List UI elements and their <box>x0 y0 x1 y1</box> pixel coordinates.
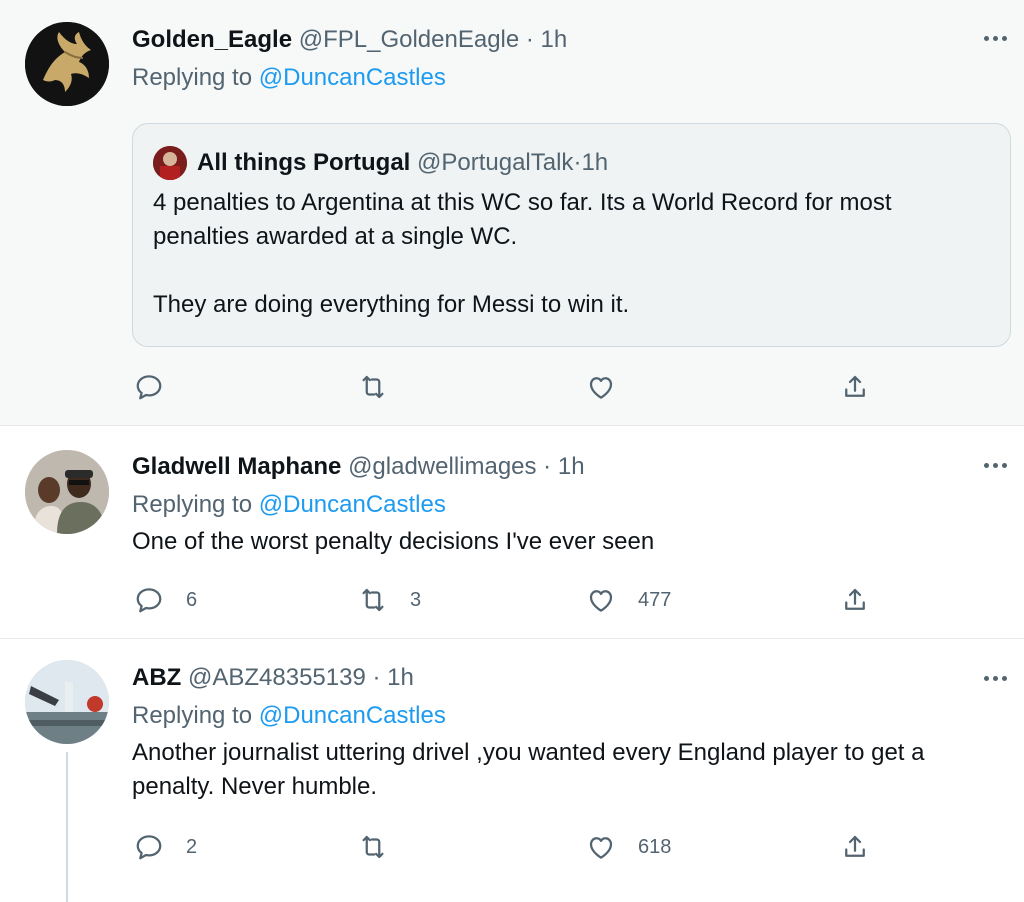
reply-button[interactable]: 6 <box>134 585 197 615</box>
quoted-timestamp: 1h <box>581 149 609 176</box>
avatar[interactable] <box>25 22 109 106</box>
mention-link[interactable]: @DuncanCastles <box>259 491 446 518</box>
share-icon <box>845 588 865 610</box>
replying-prefix: Replying to <box>132 64 259 91</box>
like-count: 618 <box>638 835 672 858</box>
retweet-count: 3 <box>410 588 422 611</box>
tweet[interactable]: Golden_Eagle @FPL_GoldenEagle · 1h Reply… <box>0 0 1024 426</box>
timestamp[interactable]: 1h <box>541 26 568 53</box>
quoted-tweet-text: 4 penalties to Argentina at this WC so f… <box>153 186 990 322</box>
quoted-tweet-header: All things Portugal @PortugalTalk · 1h <box>153 146 608 180</box>
quoted-text-paragraph: 4 penalties to Argentina at this WC so f… <box>153 189 892 250</box>
retweet-button[interactable] <box>358 832 410 862</box>
display-name[interactable]: Gladwell Maphane <box>132 453 341 480</box>
replying-prefix: Replying to <box>132 491 259 518</box>
share-icon <box>845 375 865 397</box>
heart-icon <box>589 377 613 399</box>
retweet-icon <box>362 375 384 399</box>
user-handle[interactable]: @gladwellimages <box>348 453 536 480</box>
quoted-avatar <box>153 146 187 180</box>
tweet-body: ABZ @ABZ48355139 · 1h Replying to @Dunca… <box>132 662 994 804</box>
like-button[interactable] <box>586 372 638 402</box>
separator: · <box>573 149 582 176</box>
tweet-actions: 6 3 477 <box>132 585 872 615</box>
more-options-icon[interactable] <box>980 668 1010 688</box>
separator: · <box>365 664 388 691</box>
share-button[interactable] <box>840 372 870 402</box>
like-button[interactable]: 618 <box>586 832 671 862</box>
tweet[interactable]: ABZ @ABZ48355139 · 1h Replying to @Dunca… <box>0 640 1024 902</box>
user-photo-icon <box>25 450 109 534</box>
quoted-display-name: All things Portugal <box>197 149 411 176</box>
separator: · <box>536 453 558 480</box>
reply-icon <box>136 835 162 860</box>
eagle-logo-icon <box>25 22 109 106</box>
share-button[interactable] <box>840 585 870 615</box>
mention-link[interactable]: @DuncanCastles <box>259 64 446 91</box>
tweet-actions: 2 618 <box>132 832 872 862</box>
replying-to: Replying to @DuncanCastles <box>132 489 994 521</box>
tweet-text: One of the worst penalty decisions I've … <box>132 528 655 555</box>
quoted-tweet[interactable]: All things Portugal @PortugalTalk · 1h 4… <box>132 123 1011 347</box>
replying-prefix: Replying to <box>132 702 259 729</box>
avatar[interactable] <box>25 660 109 744</box>
like-button[interactable]: 477 <box>586 585 671 615</box>
retweet-icon <box>362 588 384 612</box>
reply-button[interactable]: 2 <box>134 832 197 862</box>
retweet-icon <box>362 835 384 859</box>
quoted-text-paragraph: They are doing everything for Messi to w… <box>153 291 630 318</box>
separator: · <box>519 26 541 53</box>
replying-to: Replying to @DuncanCastles <box>132 62 994 94</box>
replying-to: Replying to @DuncanCastles <box>132 700 994 732</box>
timestamp[interactable]: 1h <box>387 664 414 691</box>
tweet-body: Gladwell Maphane @gladwellimages · 1h Re… <box>132 451 994 559</box>
avatar[interactable] <box>25 450 109 534</box>
reply-icon <box>136 588 162 613</box>
user-photo-icon <box>25 660 109 744</box>
display-name[interactable]: ABZ <box>132 664 181 691</box>
retweet-button[interactable] <box>358 372 410 402</box>
tweet-header: ABZ @ABZ48355139 · 1h <box>132 662 994 694</box>
display-name[interactable]: Golden_Eagle <box>132 26 292 53</box>
reply-count: 2 <box>186 835 198 858</box>
mention-link[interactable]: @DuncanCastles <box>259 702 446 729</box>
reply-icon <box>136 375 162 400</box>
heart-icon <box>589 590 613 612</box>
like-count: 477 <box>638 588 672 611</box>
thread-line <box>66 752 68 902</box>
tweet-header: Gladwell Maphane @gladwellimages · 1h <box>132 451 994 483</box>
tweet[interactable]: Gladwell Maphane @gladwellimages · 1h Re… <box>0 427 1024 639</box>
timestamp[interactable]: 1h <box>558 453 585 480</box>
more-options-icon[interactable] <box>980 28 1010 48</box>
tweet-body: Golden_Eagle @FPL_GoldenEagle · 1h Reply… <box>132 24 994 94</box>
reply-button[interactable] <box>134 372 186 402</box>
tweet-actions <box>132 372 872 402</box>
user-handle[interactable]: @FPL_GoldenEagle <box>299 26 520 53</box>
share-icon <box>845 835 865 857</box>
heart-icon <box>589 837 613 859</box>
tweet-header: Golden_Eagle @FPL_GoldenEagle · 1h <box>132 24 994 56</box>
quoted-user-handle: @PortugalTalk <box>417 149 574 176</box>
more-options-icon[interactable] <box>980 455 1010 475</box>
share-button[interactable] <box>840 832 870 862</box>
user-handle[interactable]: @ABZ48355139 <box>188 664 366 691</box>
retweet-button[interactable]: 3 <box>358 585 421 615</box>
reply-count: 6 <box>186 588 198 611</box>
tweet-text: Another journalist uttering drivel ,you … <box>132 739 925 800</box>
